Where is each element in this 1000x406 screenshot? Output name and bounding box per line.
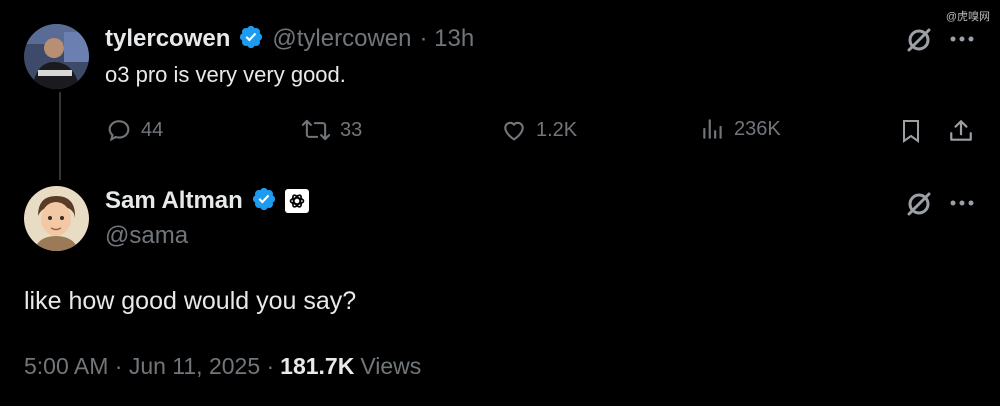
- views-label: Views: [360, 353, 422, 379]
- reply-count: 44: [141, 118, 164, 141]
- avatar-tylercowen[interactable]: [24, 24, 89, 89]
- timestamp[interactable]: · 13h: [419, 25, 474, 53]
- more-icon[interactable]: [947, 24, 977, 54]
- reply-icon: [105, 116, 133, 144]
- share-icon[interactable]: [946, 116, 976, 146]
- tweet-text: o3 pro is very very good.: [105, 62, 346, 87]
- views-count: 181.7K: [280, 353, 355, 379]
- like-count: 1.2K: [536, 118, 578, 141]
- grok-icon[interactable]: [903, 24, 935, 56]
- views-icon: [700, 116, 726, 142]
- grok-icon[interactable]: [903, 188, 935, 220]
- handle[interactable]: @tylercowen: [272, 25, 411, 53]
- like-button[interactable]: 1.2K: [500, 116, 577, 144]
- display-name[interactable]: Sam Altman: [105, 187, 243, 215]
- views-button[interactable]: 236K: [700, 116, 781, 142]
- timestamp[interactable]: 5:00 AM · Jun 11, 2025 ·: [24, 353, 274, 380]
- openai-affiliate-icon[interactable]: [284, 189, 309, 213]
- tweet-text: like how good would you say?: [24, 287, 357, 315]
- thread-line: [59, 92, 61, 180]
- verified-icon: [238, 24, 264, 55]
- repost-button[interactable]: 33: [300, 116, 362, 144]
- repost-count: 33: [340, 118, 363, 141]
- bookmark-icon[interactable]: [896, 116, 926, 146]
- display-name[interactable]: tylercowen: [105, 25, 230, 53]
- watermark: @虎嗅网: [945, 11, 990, 23]
- verified-icon: [251, 186, 277, 217]
- more-icon[interactable]: [947, 188, 977, 218]
- reply-button[interactable]: 44: [105, 116, 163, 144]
- handle[interactable]: @sama: [105, 222, 188, 250]
- avatar-sam-altman[interactable]: [24, 186, 89, 251]
- views-count: 236K: [734, 117, 781, 140]
- like-icon: [500, 116, 528, 144]
- repost-icon: [300, 116, 332, 144]
